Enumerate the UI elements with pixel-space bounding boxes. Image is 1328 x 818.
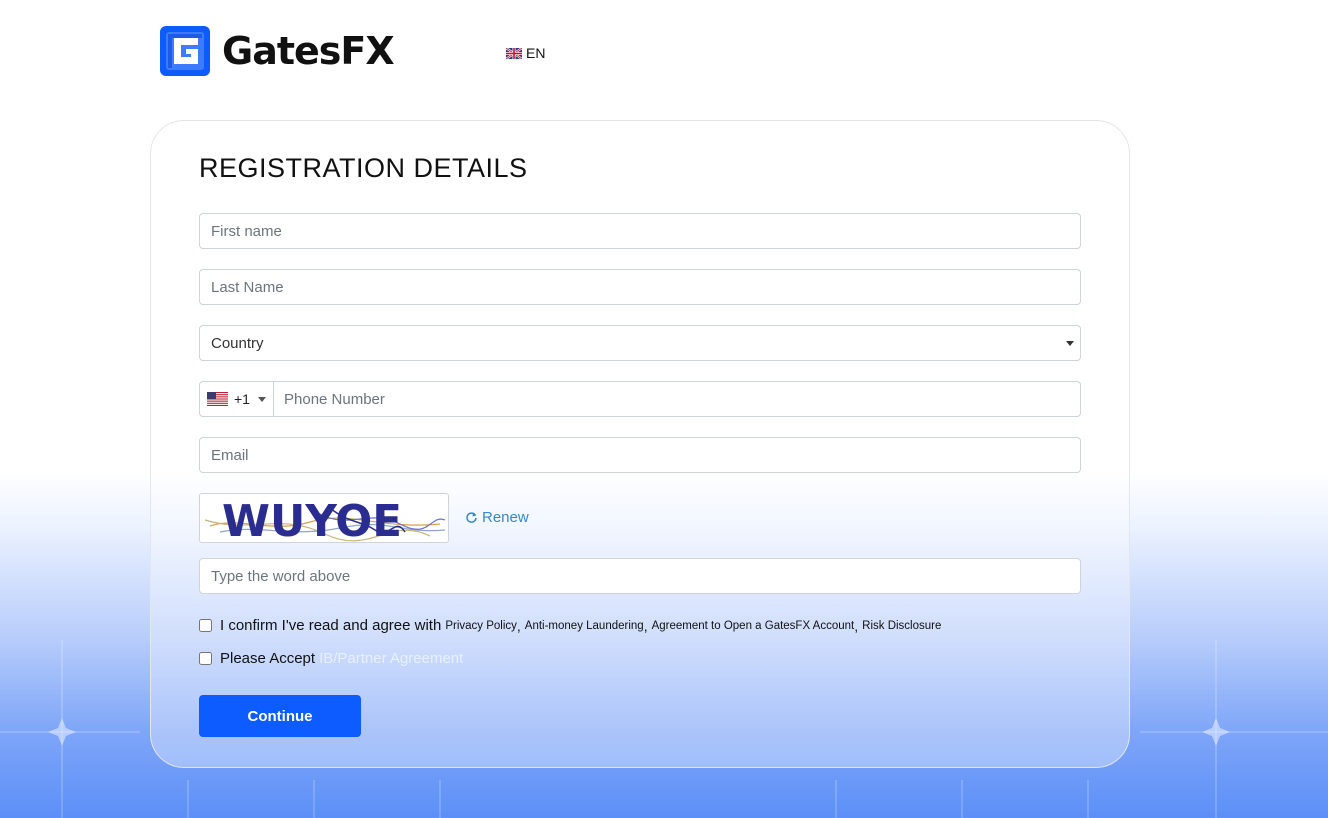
privacy-policy-link[interactable]: Privacy Policy [445,620,517,632]
separator: , [516,617,521,634]
email-input[interactable] [199,437,1081,473]
gatesfx-logo-icon [160,26,210,76]
partner-agreement-row: Please Accept IB/Partner Agreement [199,650,463,667]
site-header: GatesFX EN [160,26,545,76]
phone-field: +1 [199,381,1081,417]
brand-logo[interactable]: GatesFX [160,26,395,76]
captcha-renew-button[interactable]: Renew [465,509,529,526]
registration-card: REGISTRATION DETAILS Country +1 [150,120,1130,768]
language-selector[interactable]: EN [506,45,545,61]
continue-button[interactable]: Continue [199,695,361,737]
partner-prefix: Please Accept [220,650,316,667]
renew-label: Renew [482,509,529,526]
terms-checkbox[interactable] [199,619,212,632]
captcha-text: WUYOE [222,496,402,543]
refresh-icon [466,512,477,523]
terms-prefix: I confirm I've read and agree with [220,617,442,634]
country-select-label: Country [211,334,264,352]
partner-checkbox[interactable] [199,652,212,665]
form-title: REGISTRATION DETAILS [199,153,528,183]
captcha-image: WUYOE [199,493,449,543]
risk-disclosure-link[interactable]: Risk Disclosure [862,620,941,632]
country-select[interactable]: Country [199,325,1081,361]
separator: , [854,617,859,634]
account-agreement-link[interactable]: Agreement to Open a GatesFX Account [652,620,855,632]
dial-code-selector[interactable]: +1 [200,382,274,416]
dial-code: +1 [234,391,250,407]
partner-agreement-link[interactable]: IB/Partner Agreement [319,650,463,667]
brand-name: GatesFX [222,29,395,73]
chevron-down-icon [1066,341,1074,346]
us-flag-icon [207,392,228,406]
captcha-graphic: WUYOE [204,496,446,543]
uk-flag-icon [506,47,522,59]
chevron-down-icon [257,396,266,402]
terms-agreement-row: I confirm I've read and agree with Priva… [199,617,941,634]
anti-money-laundering-link[interactable]: Anti-money Laundering [525,620,644,632]
separator: , [643,617,648,634]
phone-number-input[interactable] [274,382,1080,416]
last-name-input[interactable] [199,269,1081,305]
captcha-input[interactable] [199,558,1081,594]
language-label: EN [526,45,546,61]
first-name-input[interactable] [199,213,1081,249]
